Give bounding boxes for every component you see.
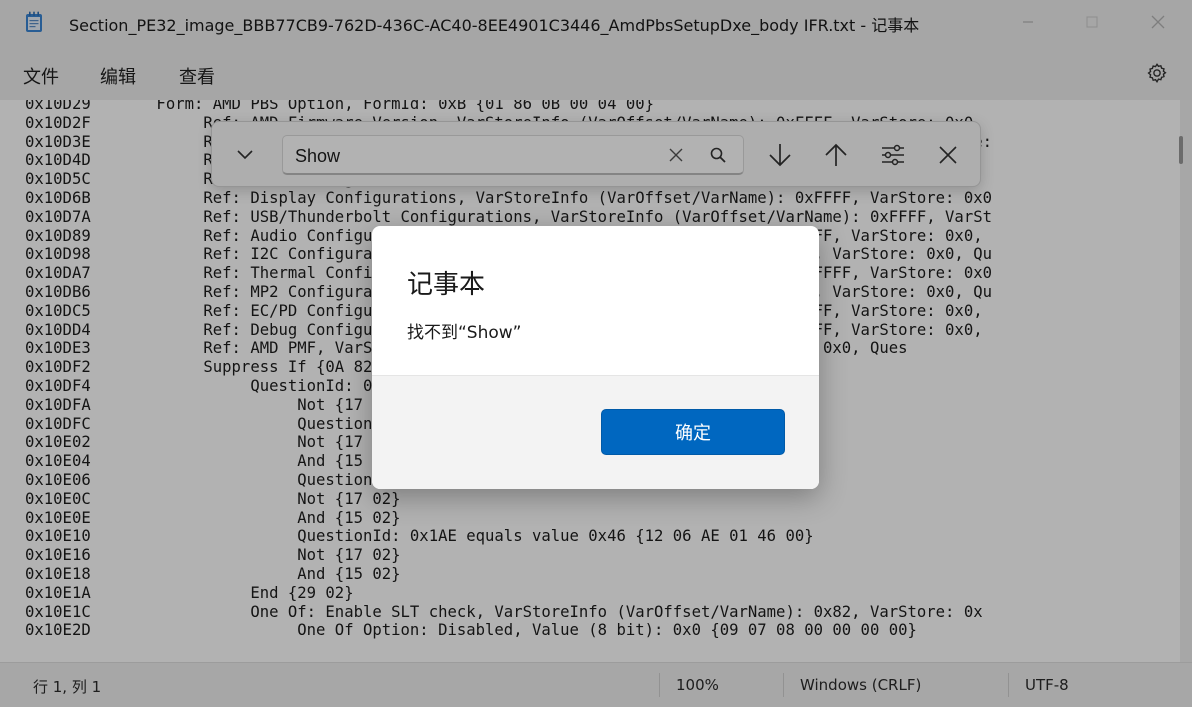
message-dialog: 记事本 找不到“Show” 确定	[372, 226, 819, 489]
dialog-title: 记事本	[407, 270, 486, 300]
dialog-message: 找不到“Show”	[407, 323, 522, 343]
dialog-footer: 确定	[372, 375, 819, 489]
ok-button[interactable]: 确定	[601, 409, 785, 455]
